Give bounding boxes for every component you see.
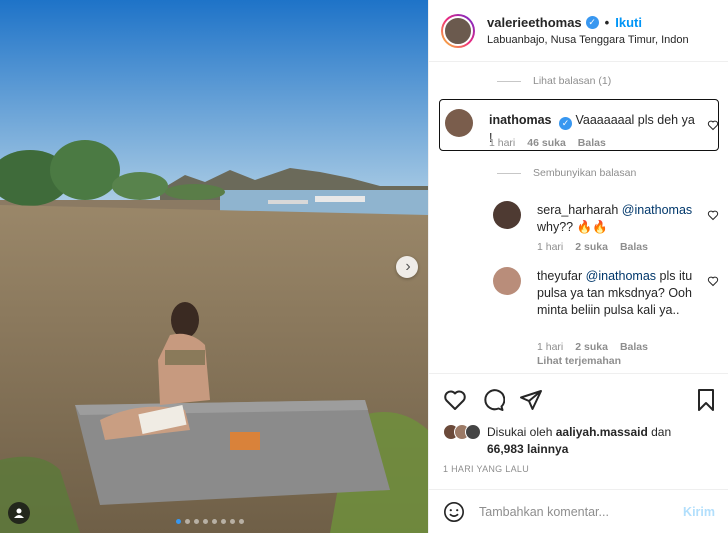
carousel-dot <box>212 519 217 524</box>
like-comment-heart-icon[interactable] <box>707 209 719 221</box>
post-comment-button[interactable]: Kirim <box>683 505 715 519</box>
carousel-dot <box>203 519 208 524</box>
beach-photo <box>0 0 428 533</box>
carousel-dot <box>194 519 199 524</box>
separator-dot: • <box>604 15 610 30</box>
comments-list: Lihat balasan (1) inathomas ✓ Vaaaaaaal … <box>429 63 728 373</box>
carousel-dot <box>176 519 181 524</box>
follow-button[interactable]: Ikuti <box>615 15 642 30</box>
comment-mention[interactable]: @inathomas <box>586 269 656 283</box>
likes-count[interactable]: 66,983 lainnya <box>487 442 568 456</box>
author-avatar[interactable] <box>441 13 475 48</box>
comment-time[interactable]: 1 hari <box>489 137 515 149</box>
user-icon <box>14 508 24 518</box>
commenter-avatar[interactable] <box>493 201 521 229</box>
view-replies-button[interactable]: Lihat balasan (1) <box>497 75 611 87</box>
chevron-right-icon: › <box>405 258 411 275</box>
author-username[interactable]: valerieethomas <box>487 15 582 30</box>
carousel-indicator <box>176 519 244 524</box>
like-comment-heart-icon[interactable] <box>707 119 719 131</box>
comment-input[interactable] <box>479 505 684 519</box>
verified-badge-icon: ✓ <box>559 117 572 130</box>
reply-button[interactable]: Balas <box>620 241 648 253</box>
likes-and: dan <box>651 425 672 439</box>
carousel-dot <box>230 519 235 524</box>
likes-prefix: Disukai oleh <box>487 425 553 439</box>
liker-username[interactable]: aaliyah.massaid <box>556 425 648 439</box>
comment-username[interactable]: theyufar <box>537 269 582 283</box>
carousel-dot <box>221 519 226 524</box>
add-comment-bar: Kirim <box>429 489 728 533</box>
comment-mention[interactable]: @inathomas <box>622 203 692 217</box>
see-translation-button[interactable]: Lihat terjemahan <box>537 355 621 367</box>
reply-button[interactable]: Balas <box>578 137 606 149</box>
comment-text: why?? 🔥🔥 <box>537 220 608 234</box>
next-slide-button[interactable]: › <box>396 256 418 278</box>
post-side-panel: valerieethomas ✓ • Ikuti Labuanbajo, Nus… <box>428 0 728 533</box>
post-location[interactable]: Labuanbajo, Nusa Tenggara Timur, Indon <box>487 34 728 46</box>
comment-icon[interactable] <box>481 388 505 412</box>
reply-button[interactable]: Balas <box>620 341 648 353</box>
comment-time[interactable]: 1 hari <box>537 341 563 353</box>
like-comment-heart-icon[interactable] <box>707 275 719 287</box>
comment-username[interactable]: sera_harharah <box>537 203 618 217</box>
carousel-dot <box>185 519 190 524</box>
likes-summary: Disukai oleh aaliyah.massaid dan 66,983 … <box>443 424 728 458</box>
comment-time[interactable]: 1 hari <box>537 241 563 253</box>
hide-replies-button[interactable]: Sembunyikan balasan <box>497 167 636 179</box>
tagged-users-button[interactable] <box>8 502 30 524</box>
commenter-avatar[interactable] <box>493 267 521 295</box>
post-actions: Disukai oleh aaliyah.massaid dan 66,983 … <box>429 373 728 533</box>
comment-likes[interactable]: 2 suka <box>575 241 608 253</box>
post-header: valerieethomas ✓ • Ikuti Labuanbajo, Nus… <box>429 0 728 62</box>
share-icon[interactable] <box>519 388 543 412</box>
verified-badge-icon: ✓ <box>585 16 599 29</box>
comment-likes[interactable]: 2 suka <box>575 341 608 353</box>
post-photo[interactable]: › <box>0 0 428 533</box>
liker-avatar <box>465 424 481 440</box>
comment-likes[interactable]: 46 suka <box>527 137 566 149</box>
commenter-avatar[interactable] <box>445 109 473 137</box>
carousel-dot <box>239 519 244 524</box>
like-heart-icon[interactable] <box>443 388 467 412</box>
post-date[interactable]: 1 HARI YANG LALU <box>443 464 529 474</box>
comment-username[interactable]: inathomas <box>489 113 552 127</box>
save-bookmark-icon[interactable] <box>695 388 717 412</box>
emoji-icon[interactable] <box>443 501 465 523</box>
